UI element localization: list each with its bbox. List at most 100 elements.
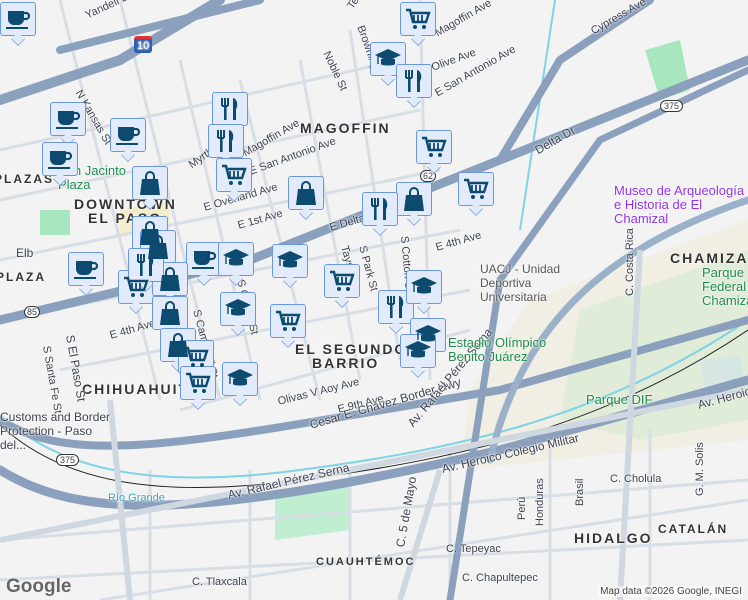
coffee-icon (46, 145, 74, 173)
shopping-marker[interactable] (132, 166, 168, 210)
marker-box[interactable] (212, 92, 248, 126)
google-logo: Google (6, 576, 72, 597)
coffee-marker[interactable] (50, 102, 86, 146)
marker-box[interactable] (272, 244, 308, 278)
shopping-icon (156, 265, 184, 293)
marker-box[interactable] (110, 118, 146, 152)
coffee-icon (72, 255, 100, 283)
restaurant-icon (132, 251, 160, 279)
marker-box[interactable] (216, 158, 252, 192)
restaurant-icon (366, 195, 394, 223)
route-375-shield: 375 (660, 100, 684, 112)
marker-box[interactable] (288, 176, 324, 210)
street-label: G. M. Solis (694, 442, 706, 496)
marker-box[interactable] (152, 296, 188, 330)
marker-box[interactable] (362, 192, 398, 226)
marker-box[interactable] (458, 172, 494, 206)
school-marker[interactable] (406, 270, 442, 314)
marker-box[interactable] (400, 334, 436, 368)
street-label: C. Tepeyac (446, 543, 501, 555)
marker-box[interactable] (50, 102, 86, 136)
marker-box[interactable] (416, 130, 452, 164)
school-marker[interactable] (400, 334, 436, 378)
school-icon (276, 247, 304, 275)
street-label: Honduras (534, 478, 546, 526)
shopping-icon (292, 179, 320, 207)
cart-marker[interactable] (270, 304, 306, 348)
street-label: C. Chapultepec (462, 572, 538, 584)
marker-box[interactable] (378, 290, 414, 324)
cart-marker[interactable] (400, 2, 436, 46)
marker-box[interactable] (400, 2, 436, 36)
marker-box[interactable] (42, 142, 78, 176)
school-icon (226, 365, 254, 393)
marker-box[interactable] (180, 366, 216, 400)
marker-box[interactable] (128, 248, 164, 282)
attribution[interactable]: Map data ©2026 Google, INEGI (598, 586, 744, 597)
interstate-10-shield: 10 (134, 36, 153, 53)
school-marker[interactable] (222, 362, 258, 406)
cart-marker[interactable] (324, 264, 360, 308)
cart-icon (184, 369, 212, 397)
neighborhood-label: CHAMIZAL (670, 250, 748, 266)
cart-icon (274, 307, 302, 335)
school-marker[interactable] (220, 292, 256, 336)
coffee-icon (114, 121, 142, 149)
shopping-marker[interactable] (288, 176, 324, 220)
restaurant-marker[interactable] (378, 290, 414, 334)
river-label: Río Grande (108, 492, 165, 504)
museum-label[interactable]: Museo de Arqueología e Historia de El Ch… (614, 184, 748, 226)
coffee-marker[interactable] (42, 142, 78, 186)
marker-box[interactable] (220, 292, 256, 326)
marker-box[interactable] (396, 64, 432, 98)
marker-box[interactable] (0, 2, 36, 36)
coffee-icon (190, 245, 218, 273)
neighborhood-label: HIDALGO (574, 530, 653, 546)
customs-label[interactable]: Customs and Border Protection - Paso del… (0, 410, 120, 452)
street-label: C. Costa Rica (624, 228, 636, 296)
marker-box[interactable] (68, 252, 104, 286)
school-marker[interactable] (272, 244, 308, 288)
cart-icon (420, 133, 448, 161)
stadium-label: Estadio Olímpico Benito Juárez (448, 335, 547, 364)
coffee-marker[interactable] (0, 2, 36, 46)
neighborhood-label: CUAUHTÉMOC (316, 556, 416, 568)
coffee-marker[interactable] (68, 252, 104, 296)
cart-marker[interactable] (458, 172, 494, 216)
cart-icon (182, 343, 210, 371)
marker-box[interactable] (186, 242, 222, 276)
school-icon (404, 337, 432, 365)
restaurant-marker[interactable] (396, 64, 432, 108)
marker-box[interactable] (208, 124, 244, 158)
shopping-marker[interactable] (396, 182, 432, 226)
coffee-marker[interactable] (110, 118, 146, 162)
street-label: C. Cholula (610, 473, 662, 485)
coffee-marker[interactable] (186, 242, 222, 286)
neighborhood-label: CATALÁN (658, 522, 729, 536)
marker-box[interactable] (396, 182, 432, 216)
university-label: UACJ - Unidad Deportiva Universitaria (480, 262, 561, 304)
map-canvas[interactable] (0, 0, 748, 600)
marker-box[interactable] (222, 362, 258, 396)
route-85-shield: 85 (24, 306, 41, 318)
cart-marker[interactable] (180, 366, 216, 410)
neighborhood-label: BARRIO (312, 355, 380, 371)
restaurant-icon (216, 95, 244, 123)
marker-box[interactable] (218, 242, 254, 276)
school-icon (222, 245, 250, 273)
marker-box[interactable] (132, 166, 168, 200)
coffee-icon (4, 5, 32, 33)
park-label: Parque DIF (586, 392, 653, 407)
cart-icon (404, 5, 432, 33)
park-label: Parque Federal Chamizal (702, 265, 748, 308)
marker-box[interactable] (270, 304, 306, 338)
restaurant-marker[interactable] (362, 192, 398, 236)
cart-marker[interactable] (216, 158, 252, 202)
station-label: Elb (16, 246, 34, 260)
school-marker[interactable] (218, 242, 254, 286)
cart-icon (328, 267, 356, 295)
marker-box[interactable] (324, 264, 360, 298)
neighborhood-label: PLAZA (0, 270, 46, 284)
cart-marker[interactable] (416, 130, 452, 174)
marker-box[interactable] (406, 270, 442, 304)
